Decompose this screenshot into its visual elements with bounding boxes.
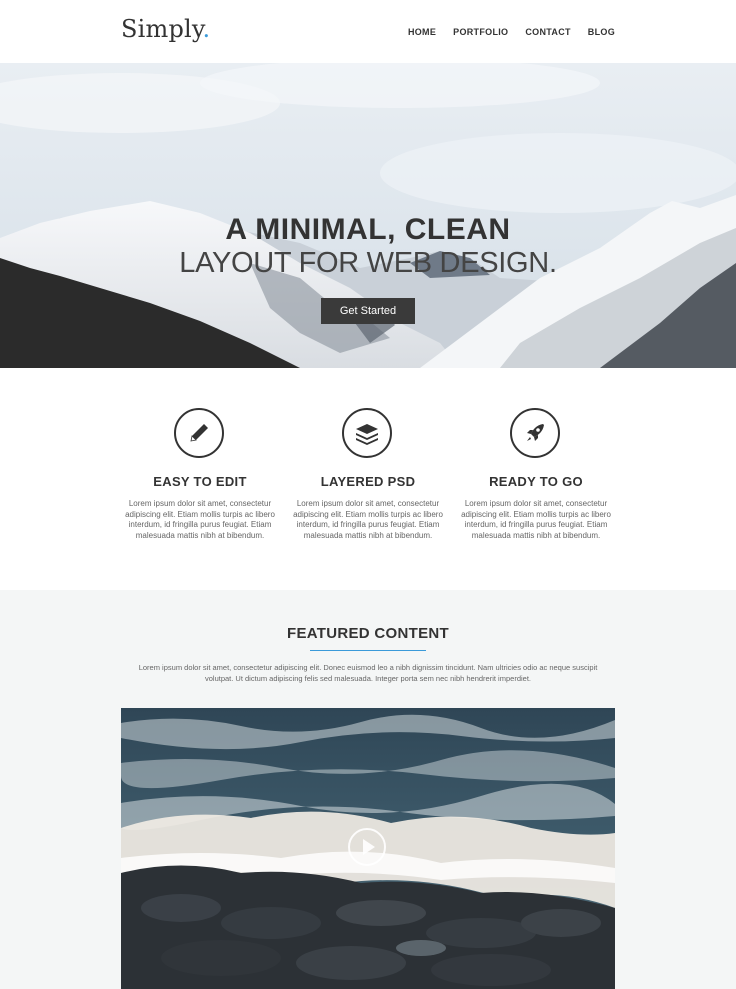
nav-home[interactable]: HOME [408, 27, 436, 37]
play-icon[interactable] [347, 827, 387, 867]
main-nav: HOME PORTFOLIO CONTACT BLOG [408, 27, 615, 37]
pen-icon [174, 408, 224, 458]
heading-underline [310, 650, 426, 651]
featured-description: Lorem ipsum dolor sit amet, consectetur … [138, 663, 598, 683]
featured-section: FEATURED CONTENT Lorem ipsum dolor sit a… [0, 590, 736, 989]
hero-subtitle: LAYOUT FOR WEB DESIGN. [179, 247, 557, 279]
site-header: Simply. HOME PORTFOLIO CONTACT BLOG [0, 0, 736, 63]
hero-section: A MINIMAL, CLEAN LAYOUT FOR WEB DESIGN. … [0, 63, 736, 368]
feature-title: LAYERED PSD [320, 474, 416, 489]
features-section: EASY TO EDIT Lorem ipsum dolor sit amet,… [0, 368, 736, 590]
logo-text: Simply [121, 15, 203, 43]
featured-heading: FEATURED CONTENT [286, 625, 449, 642]
get-started-button[interactable]: Get Started [321, 298, 415, 324]
feature-text: Lorem ipsum dolor sit amet, consectetur … [125, 499, 275, 540]
nav-contact[interactable]: CONTACT [525, 27, 570, 37]
nav-blog[interactable]: BLOG [588, 27, 615, 37]
hero-title: A MINIMAL, CLEAN [225, 213, 511, 246]
logo-dot: . [202, 15, 211, 43]
nav-portfolio[interactable]: PORTFOLIO [453, 27, 508, 37]
logo[interactable]: Simply. [121, 15, 210, 43]
feature-title: READY TO GO [489, 474, 583, 489]
layers-icon [342, 408, 392, 458]
feature-text: Lorem ipsum dolor sit amet, consectetur … [461, 499, 611, 540]
feature-text: Lorem ipsum dolor sit amet, consectetur … [293, 499, 443, 540]
rocket-icon [510, 408, 560, 458]
feature-title: EASY TO EDIT [153, 474, 247, 489]
